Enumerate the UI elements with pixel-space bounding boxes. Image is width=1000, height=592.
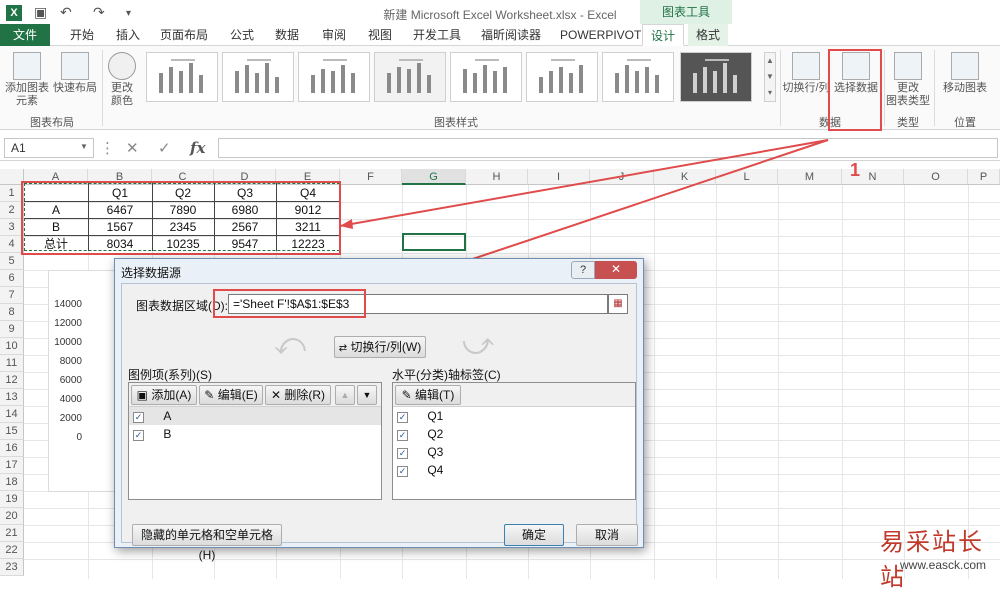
category-name: Q4 (427, 463, 444, 477)
ok-button[interactable]: 确定 (504, 524, 564, 546)
edit-icon: ✎ (204, 388, 215, 402)
series-name: B (163, 427, 172, 441)
switch-icon: ⇄ (338, 343, 348, 354)
series-checkbox[interactable]: ✓ (133, 430, 144, 441)
range-picker-icon[interactable]: ▦ (608, 294, 628, 314)
series-checkbox[interactable]: ✓ (133, 412, 144, 423)
category-checkbox[interactable]: ✓ (397, 430, 408, 441)
delete-series-button[interactable]: ✕ 删除(R) (265, 385, 331, 405)
list-item[interactable]: ✓ Q1 (393, 407, 635, 425)
add-series-label: 添加(A) (151, 388, 192, 402)
axis-labels-panel: ✎ 编辑(T) ✓ Q1 ✓ Q2 ✓ Q3 ✓ Q4 (392, 382, 636, 500)
cancel-button[interactable]: 取消 (576, 524, 638, 546)
add-icon: ▣ (136, 388, 148, 402)
dialog-body: 图表数据区域(D): ='Sheet F'!$A$1:$E$3 ▦ ⤺ ⇄ 切换… (121, 283, 638, 562)
category-checkbox[interactable]: ✓ (397, 412, 408, 423)
legend-entries-label: 图例项(系列)(S) (128, 368, 212, 382)
category-name: Q2 (427, 427, 444, 441)
category-name: Q1 (427, 409, 444, 423)
list-item[interactable]: ✓ A (129, 407, 381, 425)
edit-series-button[interactable]: ✎ 编辑(E) (199, 385, 263, 405)
watermark-url: www.easck.com (900, 558, 987, 572)
add-series-button[interactable]: ▣ 添加(A) (131, 385, 197, 405)
delete-icon: ✕ (270, 388, 282, 402)
list-item[interactable]: ✓ Q3 (393, 443, 635, 461)
arrow-right-icon: ⤻ (462, 328, 495, 361)
list-item[interactable]: ✓ B (129, 425, 381, 443)
callout-number-1: 1 (850, 160, 861, 180)
axis-labels-label: 水平(分类)轴标签(C) (392, 368, 501, 382)
list-item[interactable]: ✓ Q2 (393, 425, 635, 443)
arrow-left-icon: ⤺ (274, 328, 307, 361)
edit-series-label: 编辑(E) (217, 388, 258, 402)
select-data-source-dialog: 选择数据源 ? ✕ 图表数据区域(D): ='Sheet F'!$A$1:$E$… (114, 258, 644, 562)
legend-toolbar: ▣ 添加(A) ✎ 编辑(E) ✕ 删除(R) ▲ ▼ (129, 383, 381, 407)
help-button[interactable]: ? (571, 261, 595, 279)
dialog-title: 选择数据源 (121, 266, 182, 280)
annotation-box-range (213, 289, 366, 318)
edit-axis-label: 编辑(T) (415, 388, 455, 402)
delete-series-label: 删除(R) (284, 388, 326, 402)
hidden-empty-cells-button[interactable]: 隐藏的单元格和空单元格(H) (132, 524, 282, 562)
annotation-box-select-data (828, 49, 882, 131)
close-button[interactable]: ✕ (595, 261, 637, 279)
switch-row-column-dialog-label: 切换行/列(W) (350, 340, 422, 354)
switch-row-column-dialog-button[interactable]: ⇄ 切换行/列(W) (334, 336, 426, 358)
series-name: A (163, 409, 172, 423)
move-up-button[interactable]: ▲ (335, 385, 355, 405)
axis-toolbar: ✎ 编辑(T) (393, 383, 635, 407)
list-item[interactable]: ✓ Q4 (393, 461, 635, 479)
edit-axis-button[interactable]: ✎ 编辑(T) (395, 385, 461, 405)
category-name: Q3 (427, 445, 444, 459)
edit-icon: ✎ (401, 388, 412, 402)
move-down-button[interactable]: ▼ (357, 385, 377, 405)
category-checkbox[interactable]: ✓ (397, 466, 408, 477)
watermark-text: 易采站长站 (880, 528, 984, 591)
category-checkbox[interactable]: ✓ (397, 448, 408, 459)
legend-entries-panel: ▣ 添加(A) ✎ 编辑(E) ✕ 删除(R) ▲ ▼ ✓ A ✓ B (128, 382, 382, 500)
